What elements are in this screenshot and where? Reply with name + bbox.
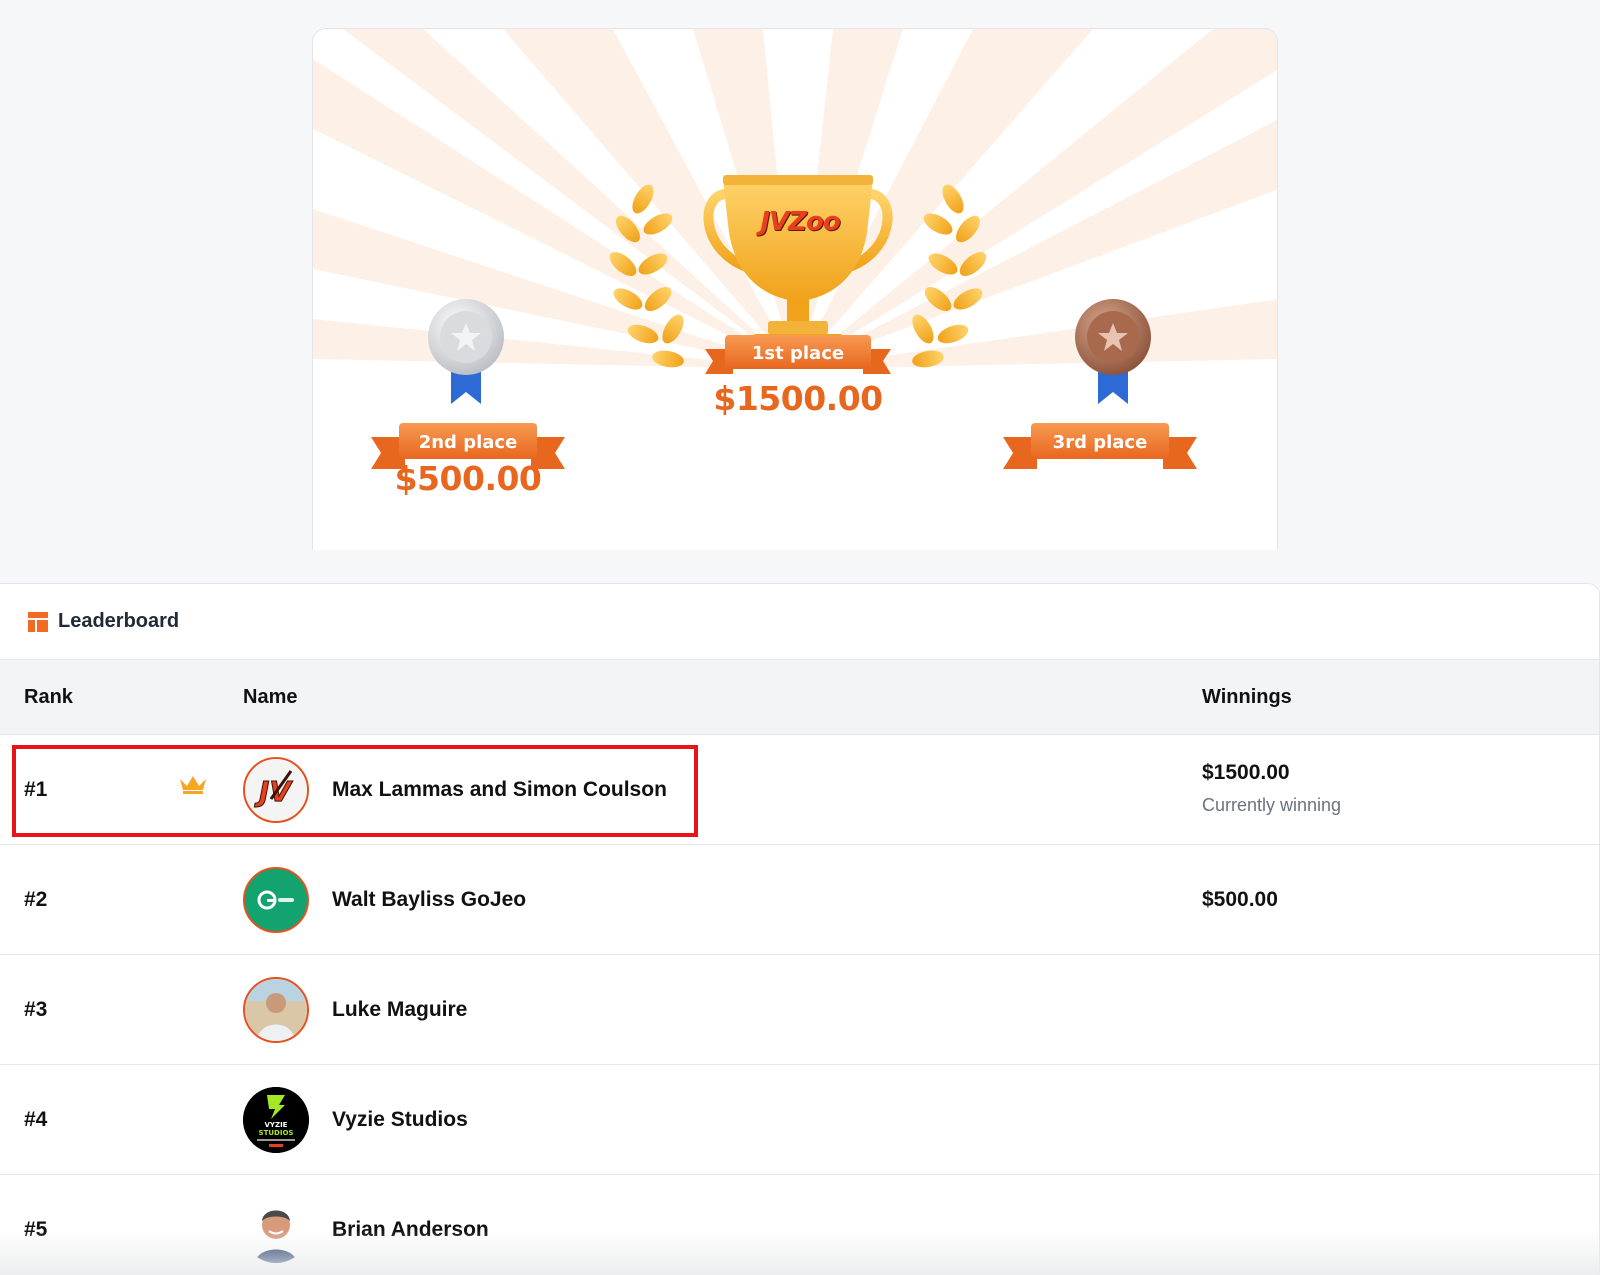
user-name[interactable]: Luke Maguire	[332, 998, 467, 1022]
leaderboard-header: Leaderboard	[0, 584, 1599, 660]
user-name[interactable]: Brian Anderson	[332, 1218, 489, 1242]
first-place-label: 1st place	[751, 343, 845, 364]
winning-status: Currently winning	[1202, 795, 1342, 815]
third-place-label: 3rd place	[1052, 432, 1148, 453]
user-name[interactable]: Walt Bayliss GoJeo	[332, 888, 526, 912]
table-row[interactable]: #4 VYZIE STUDIOS Vyzie Studios	[0, 1065, 1599, 1175]
table-row[interactable]: #3 Luke Maguire	[0, 955, 1599, 1065]
photo-avatar[interactable]	[243, 1196, 309, 1263]
second-place-amount: $500.00	[394, 459, 542, 498]
photo-avatar[interactable]	[243, 976, 309, 1043]
jv-logo-avatar[interactable]: JV	[243, 756, 309, 823]
prize-banner: JVZoo 1st place $1500.00 2nd place $500.…	[312, 28, 1278, 550]
svg-text:JV: JV	[254, 775, 293, 808]
user-name[interactable]: Max Lammas and Simon Coulson	[332, 778, 667, 802]
trophy-logo: JVZoo	[760, 207, 840, 237]
rank-column-header: Rank	[24, 685, 73, 708]
rank-cell: #1	[24, 777, 48, 801]
vyzie-logo-text-1: VYZIE	[265, 1121, 288, 1129]
rank-cell: #4	[24, 1107, 48, 1131]
winnings-cell: $1500.00 Currently winning	[1202, 761, 1341, 816]
winnings-column-header: Winnings	[1202, 685, 1292, 708]
user-name[interactable]: Vyzie Studios	[332, 1108, 468, 1132]
gojeo-logo-avatar[interactable]	[243, 866, 309, 933]
rank-cell: #2	[24, 887, 48, 911]
winnings-amount: $500.00	[1202, 887, 1278, 911]
leaderboard-title: Leaderboard	[58, 610, 180, 632]
name-column-header: Name	[243, 685, 298, 708]
table-header: Rank Name Winnings	[0, 660, 1599, 735]
rank-cell: #5	[24, 1217, 48, 1241]
first-place-amount: $1500.00	[713, 379, 883, 418]
second-place-label: 2nd place	[418, 432, 518, 453]
winnings-amount: $1500.00	[1202, 761, 1290, 784]
crown-icon	[180, 776, 206, 794]
vyzie-logo-text-2: STUDIOS	[259, 1129, 294, 1137]
leaderboard-panel: Leaderboard Rank Name Winnings #1 JV Max…	[0, 583, 1600, 1275]
rank-cell: #3	[24, 997, 48, 1021]
table-row[interactable]: #2 Walt Bayliss GoJeo $500.00	[0, 845, 1599, 955]
vyzie-logo-avatar[interactable]: VYZIE STUDIOS	[243, 1086, 309, 1153]
table-row[interactable]: #1 JV Max Lammas and Simon Coulson $1500…	[0, 735, 1599, 845]
layout-icon	[28, 611, 48, 632]
table-row[interactable]: #5 Brian Anderson	[0, 1175, 1599, 1275]
